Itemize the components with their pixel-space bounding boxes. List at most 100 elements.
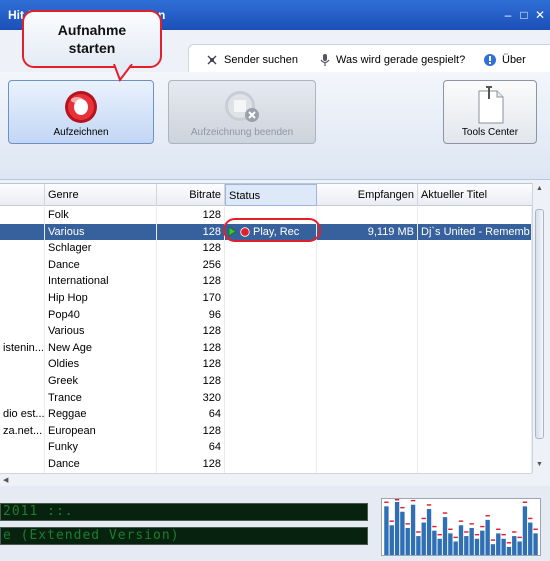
spectrum-bar (533, 533, 538, 555)
cell-bitrate: 256 (157, 256, 225, 274)
table-row[interactable]: Hip Hop 170 (0, 290, 532, 307)
table-row[interactable]: Folk 128 (0, 207, 532, 224)
cell-status (225, 439, 317, 456)
table-row[interactable]: Oldies 128 (0, 356, 532, 373)
cell-name (0, 389, 45, 407)
scroll-up-icon[interactable]: ▲ (536, 185, 543, 192)
app-window: Hit-P n – □ ✕ Sender suchen Was wird ger… (0, 0, 550, 561)
spectrum-bar (464, 536, 469, 555)
spectrum-peak (506, 542, 512, 544)
cell-bitrate: 128 (157, 240, 225, 257)
cell-title (418, 389, 532, 407)
maximize-icon[interactable]: □ (518, 9, 530, 21)
table-row[interactable]: istenin... New Age 128 (0, 339, 532, 357)
menu-item-was-wird-gespielt[interactable]: Was wird gerade gespielt? (319, 53, 465, 67)
record-button-label: Aufzeichnen (53, 127, 109, 138)
tools-center-button[interactable]: Tools Center (443, 80, 537, 144)
lcd-display-line2: e (Extended Version) (0, 527, 368, 545)
spectrum-bar (442, 517, 448, 555)
column-header-name[interactable] (0, 184, 45, 206)
cell-name (0, 306, 45, 324)
callout-pointer (113, 64, 133, 82)
cell-status (225, 406, 317, 423)
table-row[interactable]: Schlager 128 (0, 240, 532, 257)
table-row[interactable]: Dance 128 (0, 456, 532, 473)
spectrum-peak (389, 520, 394, 522)
cell-name (0, 223, 45, 241)
spectrum-peak (432, 525, 437, 528)
spectrum-peak (453, 536, 458, 539)
spectrum-peak (512, 531, 517, 533)
cell-name (0, 439, 45, 456)
cell-title (418, 456, 532, 473)
spectrum-bar (506, 546, 512, 555)
spectrum-peak (464, 531, 469, 533)
cell-status (225, 256, 317, 274)
spectrum-bar (469, 527, 474, 555)
cell-received (317, 240, 418, 257)
cell-genre: Dance (45, 456, 157, 473)
cell-genre: Greek (45, 373, 157, 390)
spectrum-bar (416, 536, 421, 555)
scroll-down-icon[interactable]: ▼ (536, 461, 543, 468)
stop-recording-button[interactable]: Aufzeichnung beenden (168, 80, 316, 144)
cell-bitrate: 128 (157, 207, 225, 224)
cell-received (317, 356, 418, 373)
column-header-genre[interactable]: Genre (45, 184, 157, 206)
cell-bitrate: 96 (157, 306, 225, 324)
spectrum-peak (458, 520, 464, 522)
menu-item-ueber[interactable]: Über (483, 53, 526, 67)
cell-genre: Schlager (45, 240, 157, 257)
spectrum-peak (416, 531, 421, 533)
table-row[interactable]: za.net... European 128 (0, 422, 532, 440)
close-icon[interactable]: ✕ (534, 9, 546, 21)
cell-received (317, 456, 418, 473)
cell-name (0, 240, 45, 257)
table-header: Genre Bitrate Status Empfangen Aktueller… (0, 184, 532, 206)
table-row[interactable]: dio est... Reggae 64 (0, 406, 532, 423)
table-row[interactable]: Various 128 Play, Rec 9,119 MB Dj`s United -… (0, 223, 532, 241)
spectrum-bar (405, 527, 410, 555)
spectrum-bar (517, 541, 522, 555)
spectrum-peak (501, 533, 506, 536)
horizontal-scrollbar[interactable]: ◀ (0, 473, 532, 486)
info-icon (484, 54, 496, 66)
cell-title (418, 439, 532, 456)
vertical-scrollbar[interactable]: ▲ ▼ (532, 183, 545, 473)
scroll-left-icon[interactable]: ◀ (3, 476, 8, 484)
cell-genre: Reggae (45, 406, 157, 423)
column-header-bitrate[interactable]: Bitrate (157, 184, 225, 206)
cell-bitrate: 64 (157, 406, 225, 423)
table-row[interactable]: Greek 128 (0, 373, 532, 390)
table-row[interactable]: Various 128 (0, 323, 532, 340)
cell-bitrate: 128 (157, 323, 225, 340)
spectrum-bar (384, 506, 389, 555)
cell-received (317, 389, 418, 407)
cell-name (0, 456, 45, 473)
vertical-scroll-thumb[interactable] (535, 209, 544, 439)
cell-name (0, 273, 45, 290)
cell-received (317, 207, 418, 224)
station-table: Genre Bitrate Status Empfangen Aktueller… (0, 183, 532, 473)
minimize-icon[interactable]: – (502, 9, 514, 21)
cell-received (317, 422, 418, 440)
cell-received (317, 373, 418, 390)
spectrum-peak (533, 528, 538, 530)
table-row[interactable]: Dance 256 (0, 256, 532, 274)
cell-title (418, 339, 532, 357)
column-header-aktueller-titel[interactable]: Aktueller Titel (418, 184, 532, 206)
spectrum-peak (442, 512, 448, 514)
table-row[interactable]: Funky 64 (0, 439, 532, 456)
player-panel: 2011 ::. e (Extended Version) (0, 486, 550, 561)
column-header-status[interactable]: Status (225, 184, 317, 206)
cell-received (317, 439, 418, 456)
table-row[interactable]: Pop40 96 (0, 306, 532, 324)
record-button[interactable]: Aufzeichnen (8, 80, 154, 144)
spectrum-bar (437, 538, 442, 555)
table-row[interactable]: International 128 (0, 273, 532, 290)
cell-title (418, 323, 532, 340)
table-row[interactable]: Trance 320 (0, 389, 532, 407)
menu-item-sender-suchen[interactable]: Sender suchen (205, 53, 298, 67)
spectrum-peak (421, 517, 426, 520)
column-header-empfangen[interactable]: Empfangen (317, 184, 418, 206)
